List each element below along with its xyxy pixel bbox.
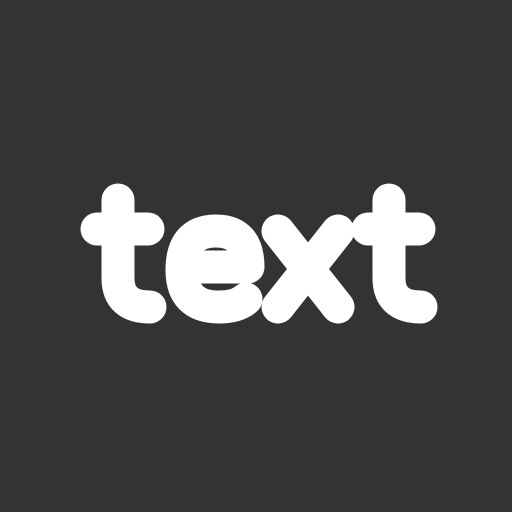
letter-e-bowl xyxy=(165,214,265,324)
icon-canvas: text xyxy=(0,0,512,512)
text-wordmark: text xyxy=(80,183,438,324)
